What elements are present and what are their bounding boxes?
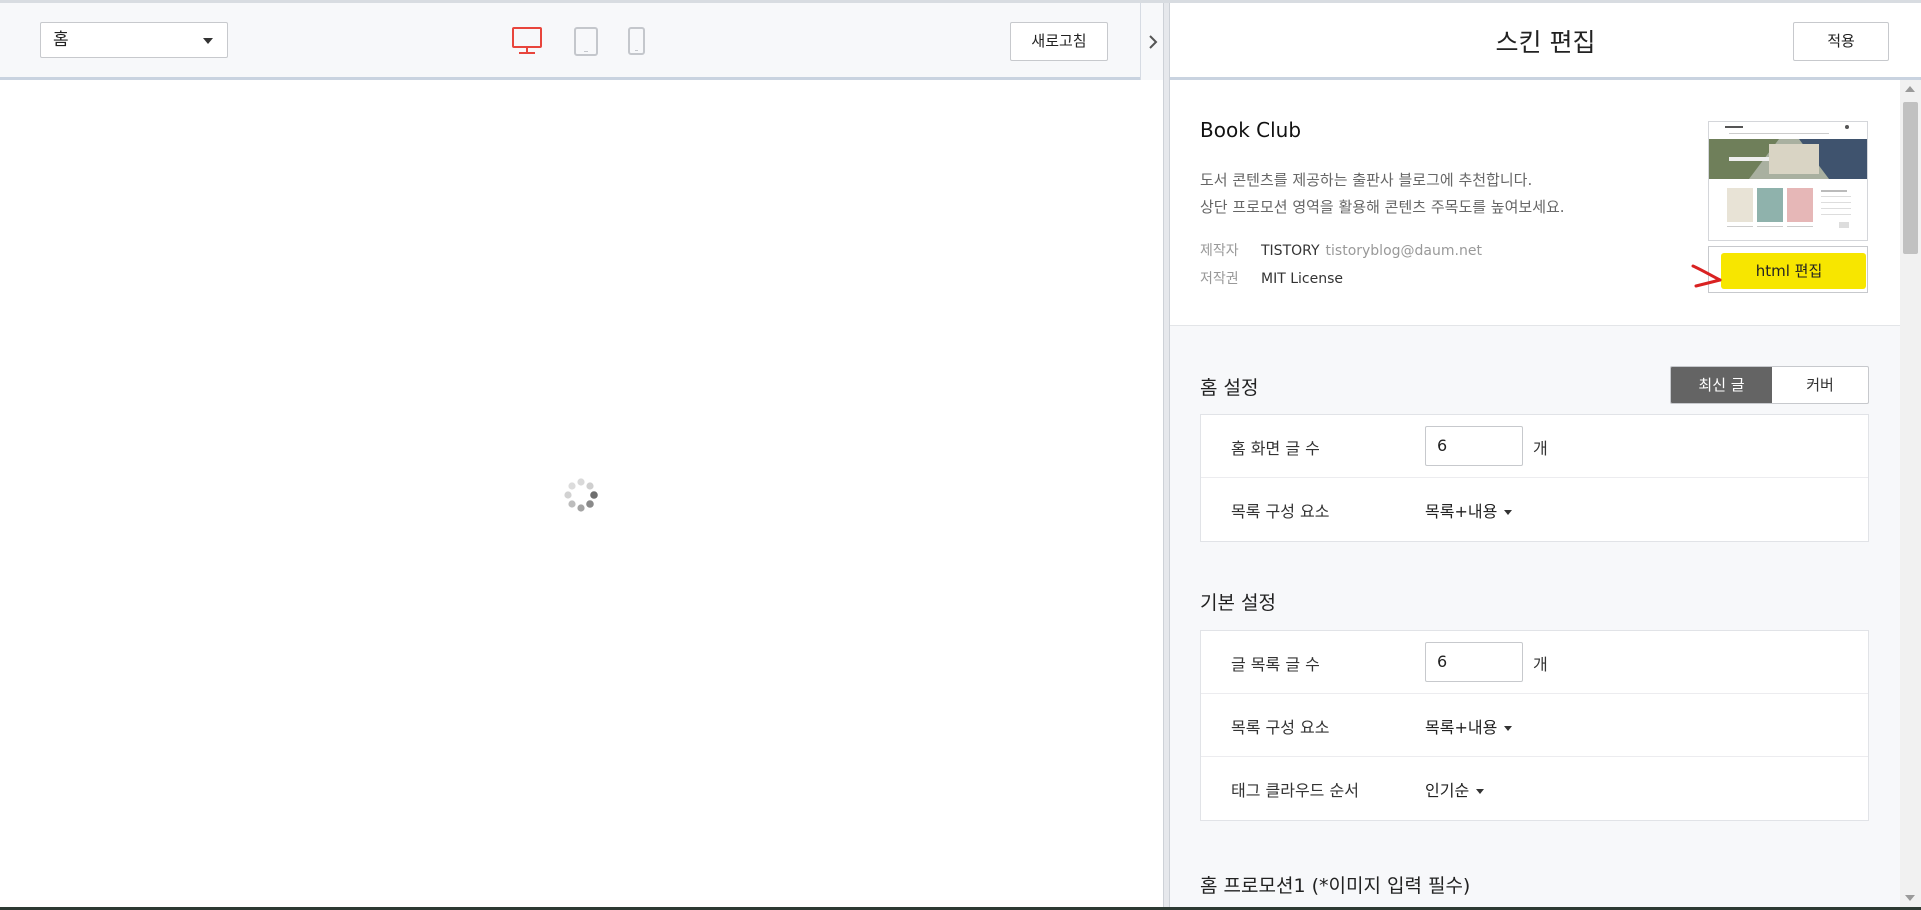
tab-latest-posts[interactable]: 최신 글 xyxy=(1671,367,1772,403)
dropdown-value: 목록+내용 xyxy=(1425,718,1498,737)
page-select[interactable]: 홈 xyxy=(40,22,228,58)
caret-down-icon xyxy=(1504,510,1513,515)
caret-down-icon xyxy=(1504,726,1513,731)
list-component-dropdown[interactable]: 목록+내용 xyxy=(1425,714,1513,738)
unit-label: 개 xyxy=(1533,655,1548,674)
setting-label: 글 목록 글 수 xyxy=(1231,655,1320,674)
scroll-down-icon[interactable] xyxy=(1905,895,1915,901)
app-frame: 홈 새로고침 스킨 편집 적용 Book Club 도서 콘텐츠를 제공하는 출… xyxy=(0,0,1921,910)
home-settings-card: 홈 화면 글 수 6 개 목록 구성 요소 목록+내용 xyxy=(1200,414,1869,542)
section-title-home: 홈 설정 xyxy=(1200,377,1259,399)
section-title-basic: 기본 설정 xyxy=(1200,592,1276,614)
setting-label: 홈 화면 글 수 xyxy=(1231,439,1320,458)
setting-row: 태그 클라우드 순서 인기순 xyxy=(1201,757,1868,820)
html-edit-button[interactable]: html 편집 xyxy=(1708,246,1868,293)
author-key: 제작자 xyxy=(1200,243,1239,259)
refresh-button[interactable]: 새로고침 xyxy=(1010,22,1108,61)
preview-pane: 홈 새로고침 xyxy=(0,3,1163,907)
setting-row: 홈 화면 글 수 6 개 xyxy=(1201,415,1868,478)
setting-row: 목록 구성 요소 목록+내용 xyxy=(1201,694,1868,757)
editor-body: Book Club 도서 콘텐츠를 제공하는 출판사 블로그에 추천합니다. 상… xyxy=(1170,80,1900,907)
setting-label: 태그 클라우드 순서 xyxy=(1231,781,1359,800)
basic-settings-card: 글 목록 글 수 6 개 목록 구성 요소 목록+내용 태그 클라우드 순서 인… xyxy=(1200,630,1869,821)
dropdown-value: 인기순 xyxy=(1425,781,1470,800)
collapse-panel-button[interactable] xyxy=(1140,3,1163,80)
dropdown-value: 목록+내용 xyxy=(1425,502,1498,521)
tablet-icon[interactable] xyxy=(574,27,598,56)
annotation-arrow-icon xyxy=(1691,264,1722,288)
skin-description-line: 도서 콘텐츠를 제공하는 출판사 블로그에 추천합니다. xyxy=(1200,171,1533,189)
license-value: MIT License xyxy=(1261,271,1343,287)
editor-scrollbar[interactable] xyxy=(1900,80,1921,907)
skin-info-card: Book Club 도서 콘텐츠를 제공하는 출판사 블로그에 추천합니다. 상… xyxy=(1170,80,1900,326)
scrollbar-thumb[interactable] xyxy=(1903,102,1918,254)
unit-label: 개 xyxy=(1533,439,1548,458)
setting-row: 목록 구성 요소 목록+내용 xyxy=(1201,478,1868,541)
author-name: TISTORY xyxy=(1261,243,1320,259)
html-edit-label: html 편집 xyxy=(1755,262,1823,280)
chevron-down-icon xyxy=(203,38,213,44)
list-post-count-input[interactable]: 6 xyxy=(1425,642,1523,682)
loading-spinner-icon xyxy=(564,478,598,512)
skin-description: 도서 콘텐츠를 제공하는 출판사 블로그에 추천합니다. 상단 프로모션 영역을… xyxy=(1200,167,1565,221)
scroll-up-icon[interactable] xyxy=(1905,86,1915,92)
section-title-promotion: 홈 프로모션1 (*이미지 입력 필수) xyxy=(1200,875,1471,897)
author-row: 제작자 TISTORY tistoryblog@daum.net xyxy=(1200,240,1482,260)
desktop-icon[interactable] xyxy=(512,27,542,55)
setting-row: 글 목록 글 수 6 개 xyxy=(1201,631,1868,694)
license-key: 저작권 xyxy=(1200,271,1239,287)
page-select-value: 홈 xyxy=(53,30,69,50)
mobile-icon[interactable] xyxy=(628,27,645,55)
pane-divider[interactable] xyxy=(1163,3,1170,907)
skin-description-line: 상단 프로모션 영역을 활용해 콘텐츠 주목도를 높여보세요. xyxy=(1200,198,1565,216)
setting-label: 목록 구성 요소 xyxy=(1231,718,1330,737)
home-post-count-input[interactable]: 6 xyxy=(1425,426,1523,466)
skin-thumbnail xyxy=(1708,121,1868,241)
settings-area: 홈 설정 최신 글 커버 홈 화면 글 수 6 개 목록 구성 요소 목록+내용 xyxy=(1170,326,1900,907)
setting-label: 목록 구성 요소 xyxy=(1231,502,1330,521)
skin-name: Book Club xyxy=(1200,118,1302,142)
home-mode-toggle: 최신 글 커버 xyxy=(1670,366,1869,404)
author-email: tistoryblog@daum.net xyxy=(1325,243,1482,259)
list-component-dropdown[interactable]: 목록+내용 xyxy=(1425,498,1513,522)
preview-toolbar: 홈 새로고침 xyxy=(0,3,1163,80)
apply-button[interactable]: 적용 xyxy=(1793,22,1889,61)
tag-cloud-order-dropdown[interactable]: 인기순 xyxy=(1425,777,1485,801)
caret-down-icon xyxy=(1476,789,1485,794)
editor-header: 스킨 편집 적용 xyxy=(1170,3,1921,80)
skin-editor-pane: 스킨 편집 적용 Book Club 도서 콘텐츠를 제공하는 출판사 블로그에… xyxy=(1170,3,1921,907)
chevron-right-icon xyxy=(1149,35,1158,49)
tab-cover[interactable]: 커버 xyxy=(1772,367,1868,403)
license-row: 저작권 MIT License xyxy=(1200,268,1343,288)
